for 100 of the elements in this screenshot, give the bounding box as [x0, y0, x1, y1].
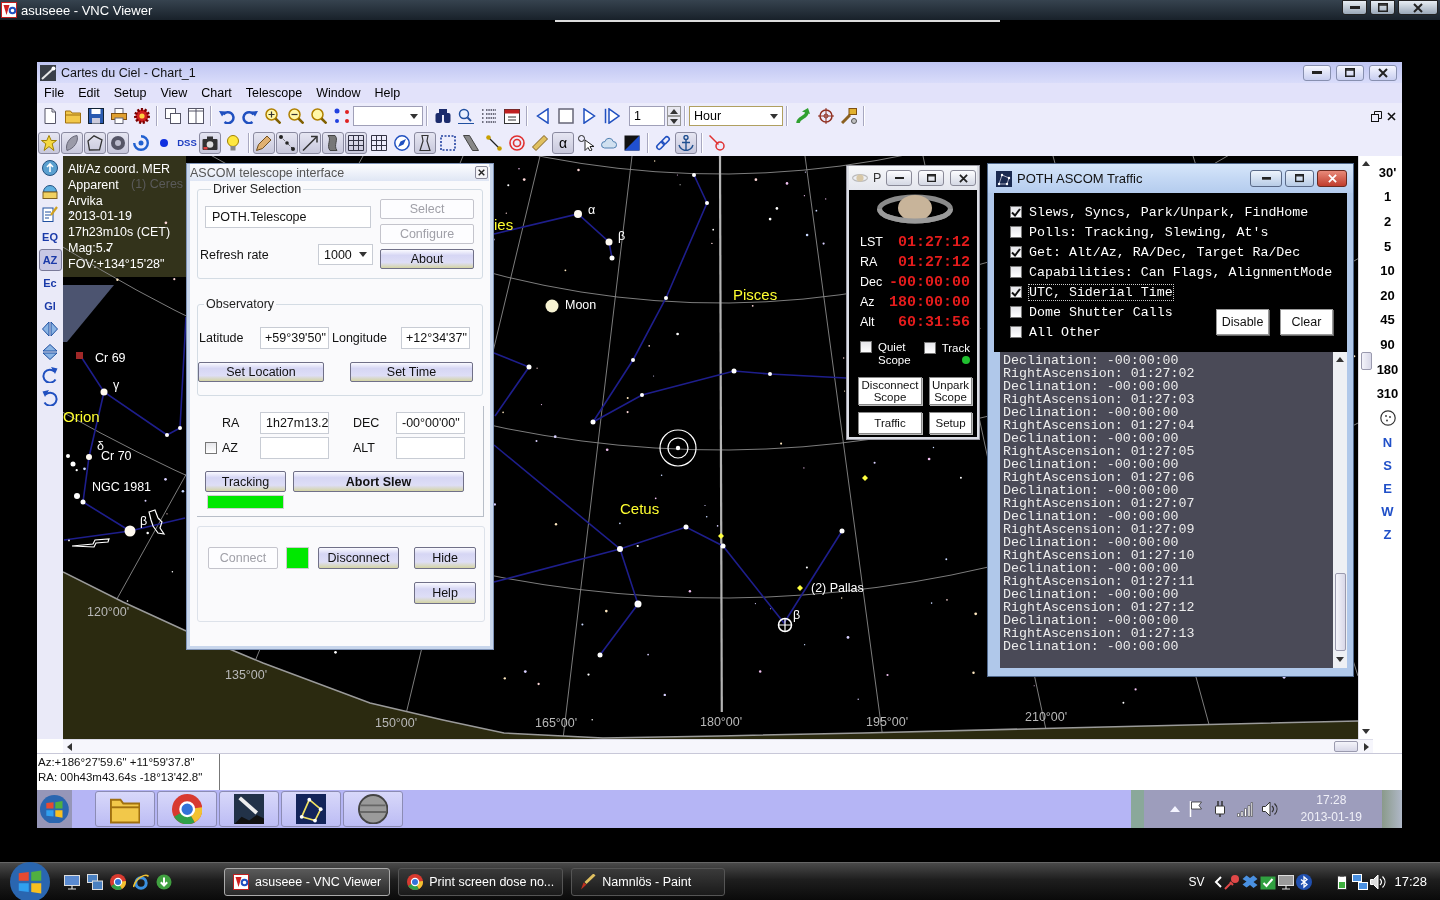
checkbox[interactable] [860, 341, 872, 353]
dialog-button[interactable]: Unpark Scope [929, 377, 972, 405]
menu-item[interactable]: Chart [194, 84, 239, 102]
undo-arrow-icon[interactable] [218, 108, 235, 124]
text-field[interactable] [396, 437, 465, 459]
toolbar-button[interactable] [414, 131, 436, 154]
toolbar-button[interactable] [107, 131, 129, 154]
text-field[interactable]: -00°00'00" [396, 412, 465, 434]
restore-icon[interactable] [1371, 110, 1382, 122]
dialog-button[interactable]: Set Location [198, 362, 324, 382]
close-button[interactable] [950, 170, 976, 186]
spin-button[interactable] [667, 116, 681, 126]
scrollbar-thumb[interactable] [1334, 573, 1346, 651]
star-dot[interactable] [165, 433, 169, 437]
direction-button[interactable]: S [1382, 453, 1393, 477]
dialog-button[interactable]: Disconnect [318, 547, 399, 569]
minimize-button[interactable] [1342, 0, 1367, 15]
checkbox[interactable] [923, 342, 936, 354]
toolbar-button[interactable] [253, 131, 275, 154]
maximize-button[interactable] [918, 170, 944, 186]
number-field[interactable]: 1 [629, 106, 665, 126]
menu-item[interactable]: Setup [106, 84, 154, 102]
calendar-icon[interactable] [503, 108, 520, 124]
clock[interactable]: 17:28 [1394, 874, 1427, 889]
toolbar-button[interactable] [299, 131, 321, 154]
pin-icon[interactable] [1224, 873, 1241, 890]
monitor-icon[interactable] [1278, 873, 1295, 890]
checkbox[interactable] [1010, 306, 1022, 318]
cluster-marker-icon[interactable] [76, 352, 83, 359]
speaker-icon[interactable] [1370, 873, 1387, 890]
checkbox[interactable] [1010, 266, 1022, 278]
star-dot[interactable] [617, 546, 623, 552]
toolbar-button[interactable]: α [552, 131, 574, 154]
toolbar-button[interactable] [84, 131, 106, 154]
checkbox[interactable] [1010, 226, 1022, 238]
star-dot[interactable] [80, 499, 86, 505]
dialog-button[interactable]: Traffic [858, 412, 922, 434]
star-dot[interactable] [609, 255, 615, 261]
direction-button[interactable]: N [1381, 430, 1394, 454]
close-icon[interactable] [1387, 111, 1396, 121]
toolbar-button[interactable] [276, 131, 298, 154]
gear-icon[interactable] [133, 108, 150, 124]
menu-item[interactable]: File [37, 84, 72, 102]
star-dot[interactable] [683, 524, 689, 530]
toolbar-button[interactable]: Ec [38, 272, 62, 294]
stop-icon[interactable] [557, 108, 574, 124]
text-field[interactable]: +59°39'50" [260, 327, 329, 349]
minimize-button[interactable] [886, 170, 912, 186]
maximize-button[interactable] [1370, 0, 1395, 15]
star-dot[interactable] [705, 201, 709, 205]
fov-button[interactable]: 30' [1377, 160, 1398, 185]
dropdown-field[interactable]: Hour [689, 106, 783, 126]
scrollbar-thumb[interactable] [1334, 741, 1358, 752]
star-dot[interactable] [526, 364, 532, 370]
dialog-button[interactable]: Set Time [350, 362, 473, 382]
caret-right-icon[interactable] [1364, 742, 1369, 751]
crosshair-icon[interactable] [817, 108, 834, 124]
star-dot[interactable] [692, 173, 696, 177]
menu-item[interactable]: Window [309, 84, 368, 102]
fov-button[interactable]: 1 [1382, 184, 1393, 210]
fov-button[interactable]: 310 [1375, 381, 1400, 406]
checkbox[interactable] [1010, 246, 1022, 258]
zoom-out-icon[interactable] [287, 108, 304, 124]
toolbar-button[interactable] [345, 131, 367, 154]
star-dot[interactable] [634, 600, 642, 608]
taskbar-button[interactable]: Namnlös - Paint [571, 867, 726, 896]
fov-button[interactable]: 90 [1379, 332, 1396, 357]
diamond-marker-icon[interactable] [718, 533, 724, 539]
fast-forward-icon[interactable] [603, 108, 620, 124]
triangle-right-icon[interactable] [580, 108, 597, 124]
star-dot[interactable] [597, 652, 603, 658]
toolbar-button[interactable]: Gl [38, 295, 62, 317]
hammer-icon[interactable] [840, 108, 857, 124]
stacked-windows-icon[interactable] [87, 873, 103, 890]
text-field[interactable]: POTH.Telescope [205, 206, 371, 228]
bluetooth-icon[interactable] [1296, 873, 1313, 890]
direction-button[interactable]: W [1380, 499, 1395, 523]
printer-icon[interactable] [110, 108, 127, 124]
caret-up-icon[interactable] [1362, 161, 1370, 166]
fov-button[interactable]: 2 [1382, 209, 1393, 234]
toolbar-button[interactable]: AZ [38, 249, 62, 271]
menu-item[interactable]: Edit [71, 84, 107, 102]
toolbar-button[interactable]: DSS [176, 131, 198, 154]
dots-icon[interactable] [333, 108, 350, 124]
caret-down-icon[interactable] [1362, 729, 1370, 734]
menu-item[interactable]: Telescope [238, 84, 310, 102]
direction-button[interactable]: E [1382, 476, 1393, 500]
redo-arrow-icon[interactable] [241, 108, 258, 124]
taskbar-button[interactable] [343, 791, 403, 827]
fov-button[interactable]: 20 [1379, 282, 1396, 308]
moon-disc[interactable] [545, 299, 559, 313]
curved-arrow-icon[interactable] [794, 108, 811, 124]
star-dot[interactable] [631, 358, 635, 362]
text-field[interactable]: 1h27m13.2 [260, 412, 329, 434]
fov-button[interactable]: 180 [1375, 356, 1400, 382]
dropdown-field[interactable] [353, 106, 423, 126]
star-dot[interactable] [768, 372, 772, 376]
caret-up-icon[interactable] [1336, 357, 1344, 362]
checkbox[interactable] [1010, 326, 1022, 338]
menu-item[interactable]: Help [367, 84, 408, 102]
